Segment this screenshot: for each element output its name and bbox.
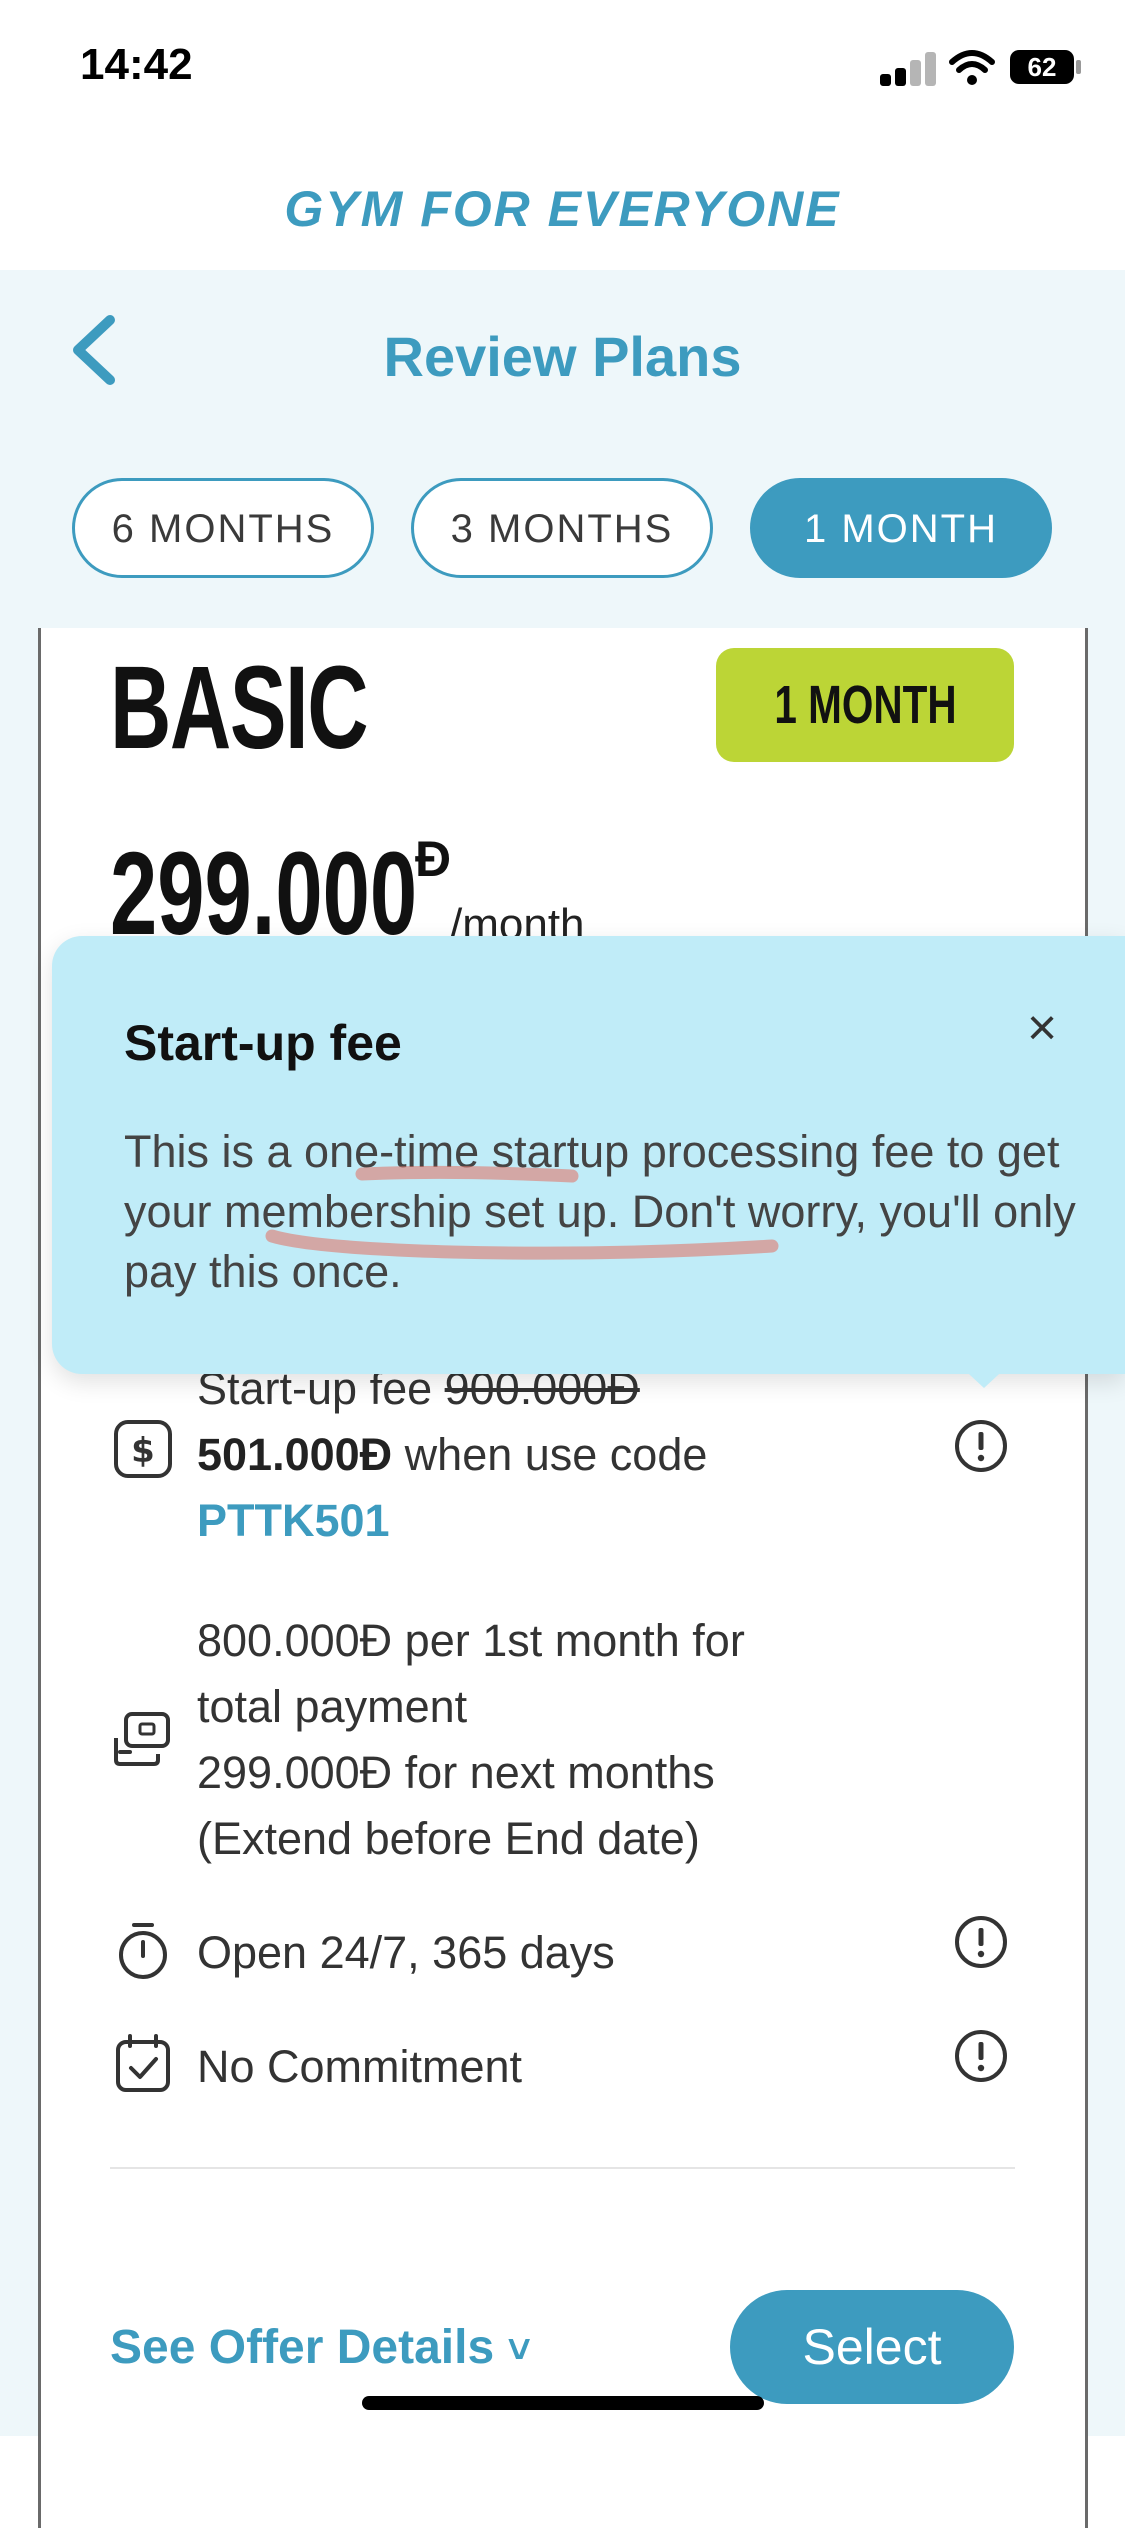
payment-line: total payment xyxy=(197,1681,468,1732)
payment-line: (Extend before End date) xyxy=(197,1813,700,1864)
select-button[interactable]: Select xyxy=(730,2290,1014,2404)
svg-text:$: $ xyxy=(131,1431,155,1471)
stopwatch-icon xyxy=(119,1923,167,1979)
startup-fee-feature: Start-up fee 900.000Đ 501.000Đ when use … xyxy=(197,1356,937,1554)
payment-line: 299.000Đ for next months xyxy=(197,1747,715,1798)
plan-badge-label: 1 MONTH xyxy=(773,675,957,735)
see-offer-details-link[interactable]: See Offer Details ˅ xyxy=(110,2320,531,2375)
close-icon[interactable]: × xyxy=(1012,998,1072,1058)
page-title: Review Plans xyxy=(383,325,742,388)
card-divider xyxy=(110,2167,1015,2169)
tooltip-arrow xyxy=(956,1362,1012,1388)
payment-line: 800.000Đ per 1st month for xyxy=(197,1615,745,1666)
chevron-down-icon: ˅ xyxy=(507,2328,531,2372)
payment-feature: 800.000Đ per 1st month for total payment… xyxy=(197,1608,957,1872)
tooltip-title: Start-up fee xyxy=(124,1015,402,1071)
brand-title: GYM FOR EVERYONE xyxy=(284,181,841,237)
startup-fee-tooltip: Start-up fee × This is a one-time startu… xyxy=(52,936,1125,1374)
offer-link-label: See Offer Details xyxy=(110,2321,495,2374)
info-icon[interactable] xyxy=(953,2028,1009,2084)
battery-tip xyxy=(1076,60,1081,74)
info-icon[interactable] xyxy=(953,1418,1009,1474)
open-hours-feature: Open 24/7, 365 days xyxy=(197,1927,615,1978)
tab-1-month[interactable]: 1 MONTH xyxy=(750,478,1052,578)
tab-6-months[interactable]: 6 MONTHS xyxy=(72,478,374,578)
promo-code: PTTK501 xyxy=(197,1495,390,1546)
plan-name: BASIC xyxy=(110,642,369,774)
signal-icon xyxy=(880,52,938,86)
startup-fee-code-text: when use code xyxy=(392,1429,708,1480)
tooltip-body: This is a one-time startup processing fe… xyxy=(124,1126,1076,1297)
battery-icon: 62 xyxy=(1010,50,1074,84)
plan-duration-badge: 1 MONTH xyxy=(716,648,1014,762)
startup-fee-new-price: 501.000Đ xyxy=(197,1429,393,1480)
status-bar: 14:42 62 xyxy=(0,0,1125,140)
wifi-icon xyxy=(949,50,995,85)
status-time: 14:42 xyxy=(80,40,193,89)
home-indicator xyxy=(362,2396,764,2410)
dollar-icon: $ xyxy=(114,1420,172,1478)
tab-3-months[interactable]: 3 MONTHS xyxy=(411,478,713,578)
commitment-feature: No Commitment xyxy=(197,2041,523,2092)
payment-card-icon xyxy=(114,1712,170,1766)
calendar-check-icon xyxy=(116,2034,170,2092)
price-currency: Đ xyxy=(415,831,452,887)
info-icon[interactable] xyxy=(953,1914,1009,1970)
brand-header: GYM FOR EVERYONE xyxy=(0,150,1125,270)
